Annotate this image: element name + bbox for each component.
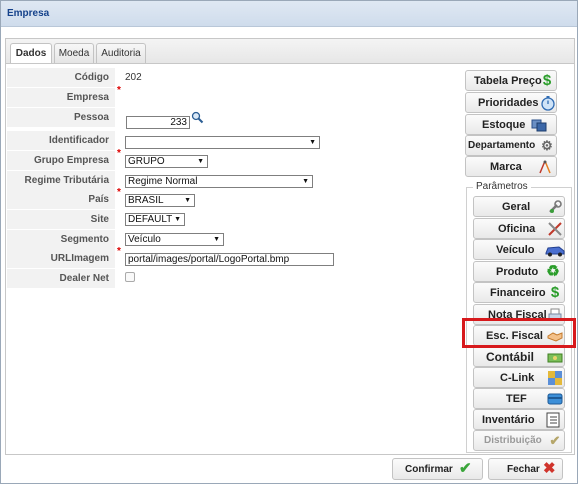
dollar-icon: $ bbox=[550, 284, 560, 301]
veiculo-label: Veículo bbox=[496, 244, 535, 256]
tabela-preco-button[interactable]: Tabela Preço $ bbox=[465, 70, 557, 91]
chevron-down-icon: ▼ bbox=[174, 216, 181, 223]
prioridades-button[interactable]: Prioridades bbox=[465, 92, 557, 113]
regime-tributario-label: Regime Tributária bbox=[24, 175, 109, 186]
check-icon: ✔ bbox=[459, 460, 472, 477]
site-label: Site bbox=[90, 214, 109, 225]
site-select[interactable]: DEFAULT ▼ bbox=[125, 213, 185, 226]
pais-value: BRASIL bbox=[128, 195, 164, 206]
puzzle-icon bbox=[546, 370, 564, 386]
contabil-button[interactable]: Contábil bbox=[473, 346, 565, 367]
segmento-label: Segmento bbox=[60, 234, 109, 245]
dollar-icon: $ bbox=[542, 72, 552, 89]
grupo-empresa-value: GRUPO bbox=[128, 156, 165, 167]
required-marker: * bbox=[117, 148, 121, 159]
c-link-label: C-Link bbox=[500, 372, 535, 384]
url-imagem-input[interactable]: portal/images/portal/LogoPortal.bmp bbox=[125, 253, 334, 266]
chevron-down-icon: ▼ bbox=[309, 139, 316, 146]
departamento-button[interactable]: Departamento ⚙ bbox=[465, 135, 557, 156]
departamento-label: Departamento bbox=[468, 140, 536, 151]
pessoa-label: Pessoa bbox=[73, 112, 109, 123]
tabela-preco-label: Tabela Preço bbox=[474, 75, 542, 87]
empresa-label: Empresa bbox=[66, 92, 109, 103]
site-value: DEFAULT bbox=[128, 214, 173, 225]
geral-button[interactable]: Geral bbox=[473, 196, 565, 217]
pais-label: País bbox=[88, 194, 109, 205]
tools-icon bbox=[546, 221, 564, 237]
gear-icon: ⚙ bbox=[541, 138, 553, 153]
required-marker: * bbox=[117, 246, 121, 257]
distribuicao-label: Distribuição bbox=[484, 435, 542, 446]
empresa-window: Empresa Dados Moeda Auditoria Código 202… bbox=[0, 0, 578, 484]
identificador-label: Identificador bbox=[48, 135, 109, 146]
c-link-button[interactable]: C-Link bbox=[473, 367, 565, 388]
produto-label: Produto bbox=[496, 266, 539, 278]
segmento-value: Veículo bbox=[128, 234, 161, 245]
confirm-button[interactable]: Confirmar ✔ bbox=[392, 458, 483, 480]
oficina-button[interactable]: Oficina bbox=[473, 218, 565, 239]
marca-label: Marca bbox=[490, 161, 522, 173]
inventario-label: Inventário bbox=[482, 414, 535, 426]
car-icon bbox=[544, 242, 566, 258]
identificador-select[interactable]: ▼ bbox=[125, 136, 320, 149]
marca-button[interactable]: Marca bbox=[465, 156, 557, 177]
tef-label: TEF bbox=[506, 393, 527, 405]
close-button[interactable]: Fechar ✖ bbox=[488, 458, 563, 480]
compass-icon bbox=[536, 159, 554, 175]
regime-tributario-select[interactable]: Regime Normal ▼ bbox=[125, 175, 313, 188]
produto-button[interactable]: Produto ♻ bbox=[473, 261, 565, 282]
window-titlebar: Empresa bbox=[1, 1, 577, 27]
regime-tributario-value: Regime Normal bbox=[128, 176, 198, 187]
codigo-label: Código bbox=[74, 72, 109, 83]
parametros-legend: Parâmetros bbox=[473, 181, 531, 192]
chevron-down-icon: ▼ bbox=[302, 178, 309, 185]
veiculo-button[interactable]: Veículo bbox=[473, 239, 565, 260]
close-icon: ✖ bbox=[543, 460, 556, 477]
wrench-icon bbox=[546, 199, 564, 215]
prioridades-label: Prioridades bbox=[478, 97, 539, 109]
chevron-down-icon: ▼ bbox=[184, 197, 191, 204]
dealer-net-checkbox[interactable] bbox=[125, 272, 135, 282]
estoque-label: Estoque bbox=[482, 119, 526, 131]
required-marker: * bbox=[117, 187, 121, 198]
estoque-button[interactable]: Estoque bbox=[465, 114, 557, 135]
close-label: Fechar bbox=[507, 464, 540, 475]
distribuicao-button[interactable]: Distribuição ✔ bbox=[473, 430, 565, 451]
recycle-icon: ♻ bbox=[546, 263, 560, 280]
grupo-empresa-label: Grupo Empresa bbox=[33, 155, 109, 166]
tef-button[interactable]: TEF bbox=[473, 388, 565, 409]
check-icon: ✔ bbox=[549, 433, 561, 448]
search-icon[interactable] bbox=[191, 111, 204, 124]
cash-icon bbox=[546, 349, 564, 365]
stopwatch-icon bbox=[539, 95, 557, 111]
financeiro-button[interactable]: Financeiro $ bbox=[473, 282, 565, 303]
required-marker: * bbox=[117, 85, 121, 96]
dealer-net-label: Dealer Net bbox=[59, 273, 109, 284]
geral-label: Geral bbox=[502, 201, 531, 213]
oficina-label: Oficina bbox=[498, 223, 536, 235]
confirm-label: Confirmar bbox=[405, 464, 453, 475]
url-imagem-label: URLImagem bbox=[50, 253, 109, 264]
esc-fiscal-highlight bbox=[462, 318, 576, 348]
inventario-button[interactable]: Inventário bbox=[473, 409, 565, 430]
checklist-icon bbox=[544, 412, 562, 428]
boxes-icon bbox=[530, 117, 548, 133]
chevron-down-icon: ▼ bbox=[213, 236, 220, 243]
tab-auditoria[interactable]: Auditoria bbox=[96, 43, 146, 65]
chevron-down-icon: ▼ bbox=[197, 158, 204, 165]
card-icon bbox=[546, 391, 564, 407]
tab-moeda[interactable]: Moeda bbox=[54, 43, 94, 65]
grupo-empresa-select[interactable]: GRUPO ▼ bbox=[125, 155, 208, 168]
contabil-label: Contábil bbox=[486, 350, 534, 364]
tab-strip: Dados Moeda Auditoria bbox=[5, 38, 575, 66]
pais-select[interactable]: BRASIL ▼ bbox=[125, 194, 195, 207]
pessoa-input[interactable]: 233 bbox=[126, 116, 190, 129]
financeiro-label: Financeiro bbox=[490, 287, 546, 299]
window-title: Empresa bbox=[7, 8, 50, 19]
segmento-select[interactable]: Veículo ▼ bbox=[125, 233, 224, 246]
codigo-value: 202 bbox=[125, 72, 142, 83]
